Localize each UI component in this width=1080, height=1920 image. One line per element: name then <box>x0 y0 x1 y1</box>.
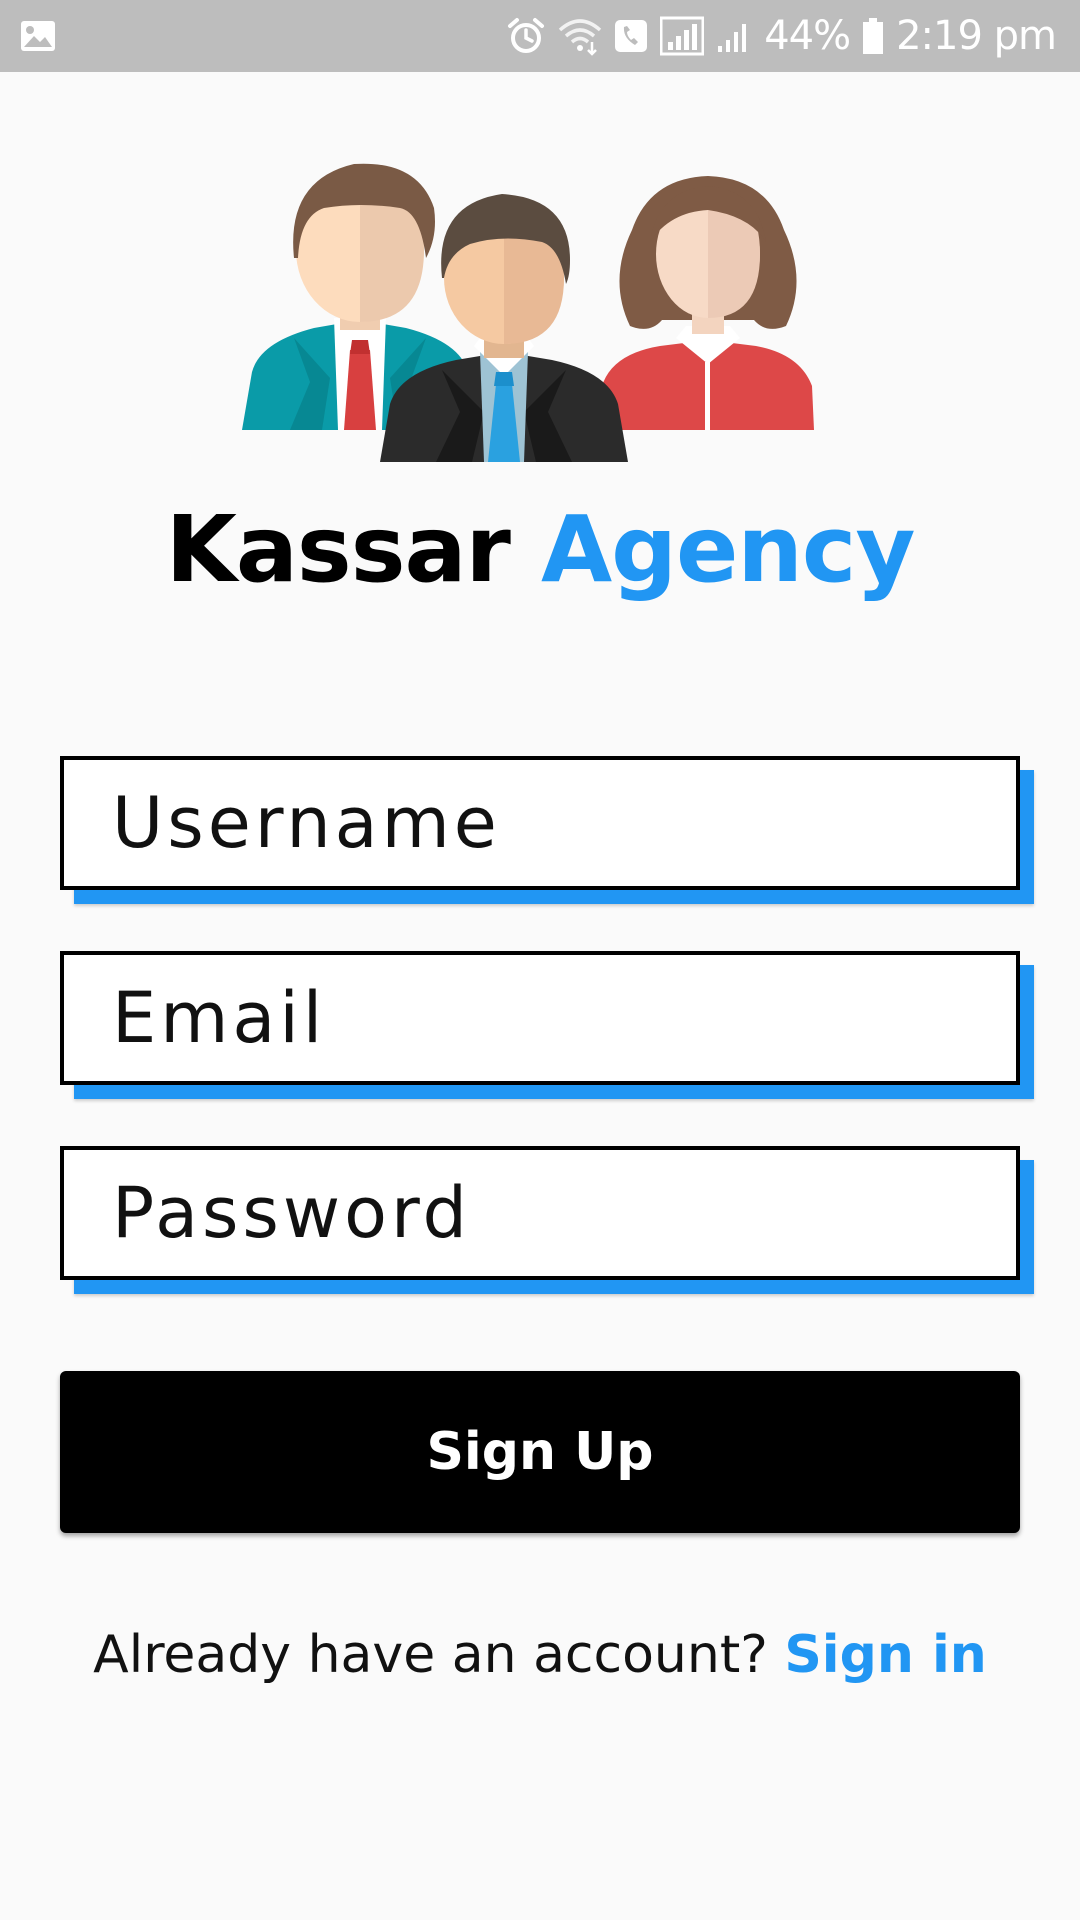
alarm-icon <box>506 16 546 56</box>
signal-icon <box>659 16 705 56</box>
right-person-figure <box>600 176 814 430</box>
email-input[interactable] <box>60 951 1020 1085</box>
sign-up-button[interactable]: Sign Up <box>60 1371 1020 1533</box>
brand-title-accent: Agency <box>540 496 915 603</box>
brand-title-primary: Kassar <box>165 496 511 603</box>
signal-icon <box>716 16 752 56</box>
email-field-container <box>60 951 1034 1099</box>
battery-icon <box>862 16 884 56</box>
clock: 2:19 pm <box>896 13 1057 59</box>
team-illustration <box>230 150 850 470</box>
wifi-icon <box>558 16 602 56</box>
username-input[interactable] <box>60 756 1020 890</box>
brand-title: Kassar Agency <box>0 490 1080 610</box>
password-input[interactable] <box>60 1146 1020 1280</box>
battery-percent: 44% <box>764 13 851 59</box>
sign-in-link[interactable]: Sign in <box>784 1625 986 1685</box>
call-icon <box>614 16 648 56</box>
username-field-container <box>60 756 1034 904</box>
sign-in-prompt-text: Already have an account? <box>93 1625 785 1685</box>
password-field-container <box>60 1146 1034 1294</box>
image-notification-icon <box>20 18 56 54</box>
status-bar: 44% 2:19 pm <box>0 0 1080 72</box>
sign-in-prompt: Already have an account? Sign in <box>0 1620 1080 1690</box>
status-icons: 44% 2:19 pm <box>506 0 1057 72</box>
